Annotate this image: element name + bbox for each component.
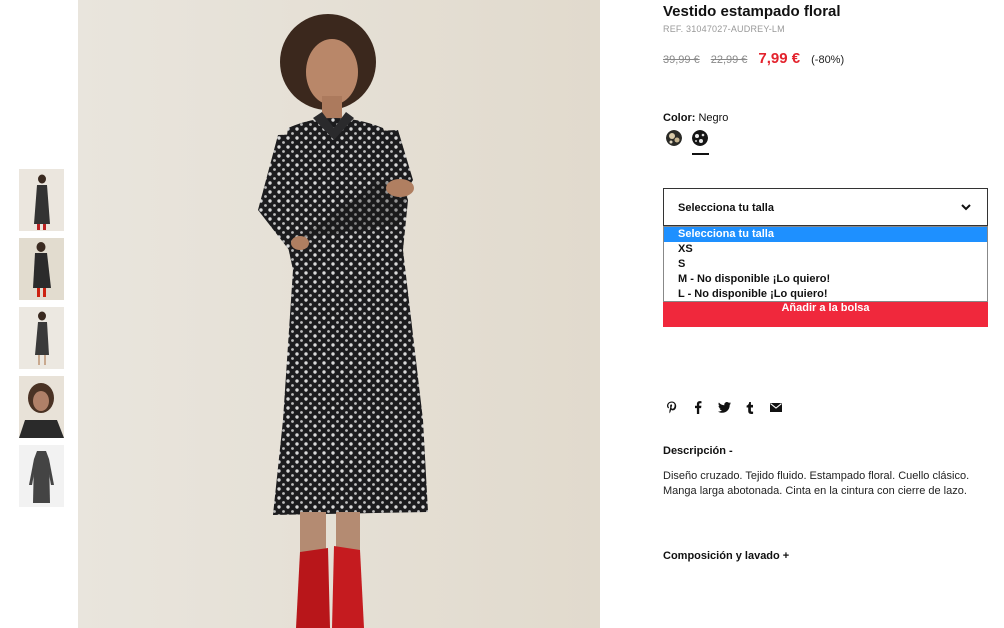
- chevron-down-icon: [961, 204, 971, 211]
- size-select-value: Selecciona tu talla: [678, 202, 774, 214]
- thumbnail-2[interactable]: [19, 238, 64, 300]
- color-swatch-negro[interactable]: [692, 130, 708, 146]
- price-row: 39,99 € 22,99 € 7,99 € (-80%): [663, 50, 844, 67]
- size-option-xs[interactable]: XS: [664, 242, 987, 257]
- thumbnail-3[interactable]: [19, 307, 64, 369]
- composition-toggle[interactable]: Composición y lavado +: [663, 550, 789, 562]
- color-label-row: Color: Negro: [663, 112, 728, 124]
- size-dropdown-list: Selecciona tu talla XS S M - No disponib…: [663, 226, 988, 302]
- selected-swatch-indicator: [692, 153, 709, 155]
- thumbnail-5[interactable]: [19, 445, 64, 507]
- product-reference: REF. 31047027-AUDREY-LM: [663, 24, 785, 34]
- twitter-icon[interactable]: [717, 400, 731, 414]
- color-label: Color:: [663, 112, 696, 124]
- size-option-l[interactable]: L - No disponible ¡Lo quiero!: [664, 287, 987, 302]
- color-swatches: [666, 130, 718, 146]
- description-text: Diseño cruzado. Tejido fluido. Estampado…: [663, 470, 970, 497]
- color-swatch-floral-light[interactable]: [666, 130, 682, 146]
- discount-badge: (-80%): [811, 54, 845, 66]
- share-icons: [665, 400, 795, 414]
- size-option-s[interactable]: S: [664, 257, 987, 272]
- color-value: Negro: [698, 112, 729, 124]
- previous-price: 22,99 €: [710, 54, 748, 66]
- thumbnail-1[interactable]: [19, 169, 64, 231]
- tumblr-icon[interactable]: [743, 400, 757, 414]
- description-toggle[interactable]: Descripción -: [663, 445, 733, 457]
- size-select[interactable]: Selecciona tu talla: [663, 188, 988, 226]
- add-to-bag-button[interactable]: Añadir a la bolsa: [663, 302, 988, 327]
- original-price: 39,99 €: [663, 54, 700, 66]
- main-product-image: [78, 0, 600, 628]
- size-option-placeholder[interactable]: Selecciona tu talla: [664, 227, 987, 242]
- current-price: 7,99 €: [758, 50, 801, 67]
- thumbnail-4[interactable]: [19, 376, 64, 438]
- facebook-icon[interactable]: [691, 400, 705, 414]
- thumbnail-list: [19, 169, 64, 514]
- product-title: Vestido estampado floral: [663, 3, 841, 20]
- pinterest-icon[interactable]: [665, 400, 679, 414]
- email-icon[interactable]: [769, 400, 783, 414]
- size-option-m[interactable]: M - No disponible ¡Lo quiero!: [664, 272, 987, 287]
